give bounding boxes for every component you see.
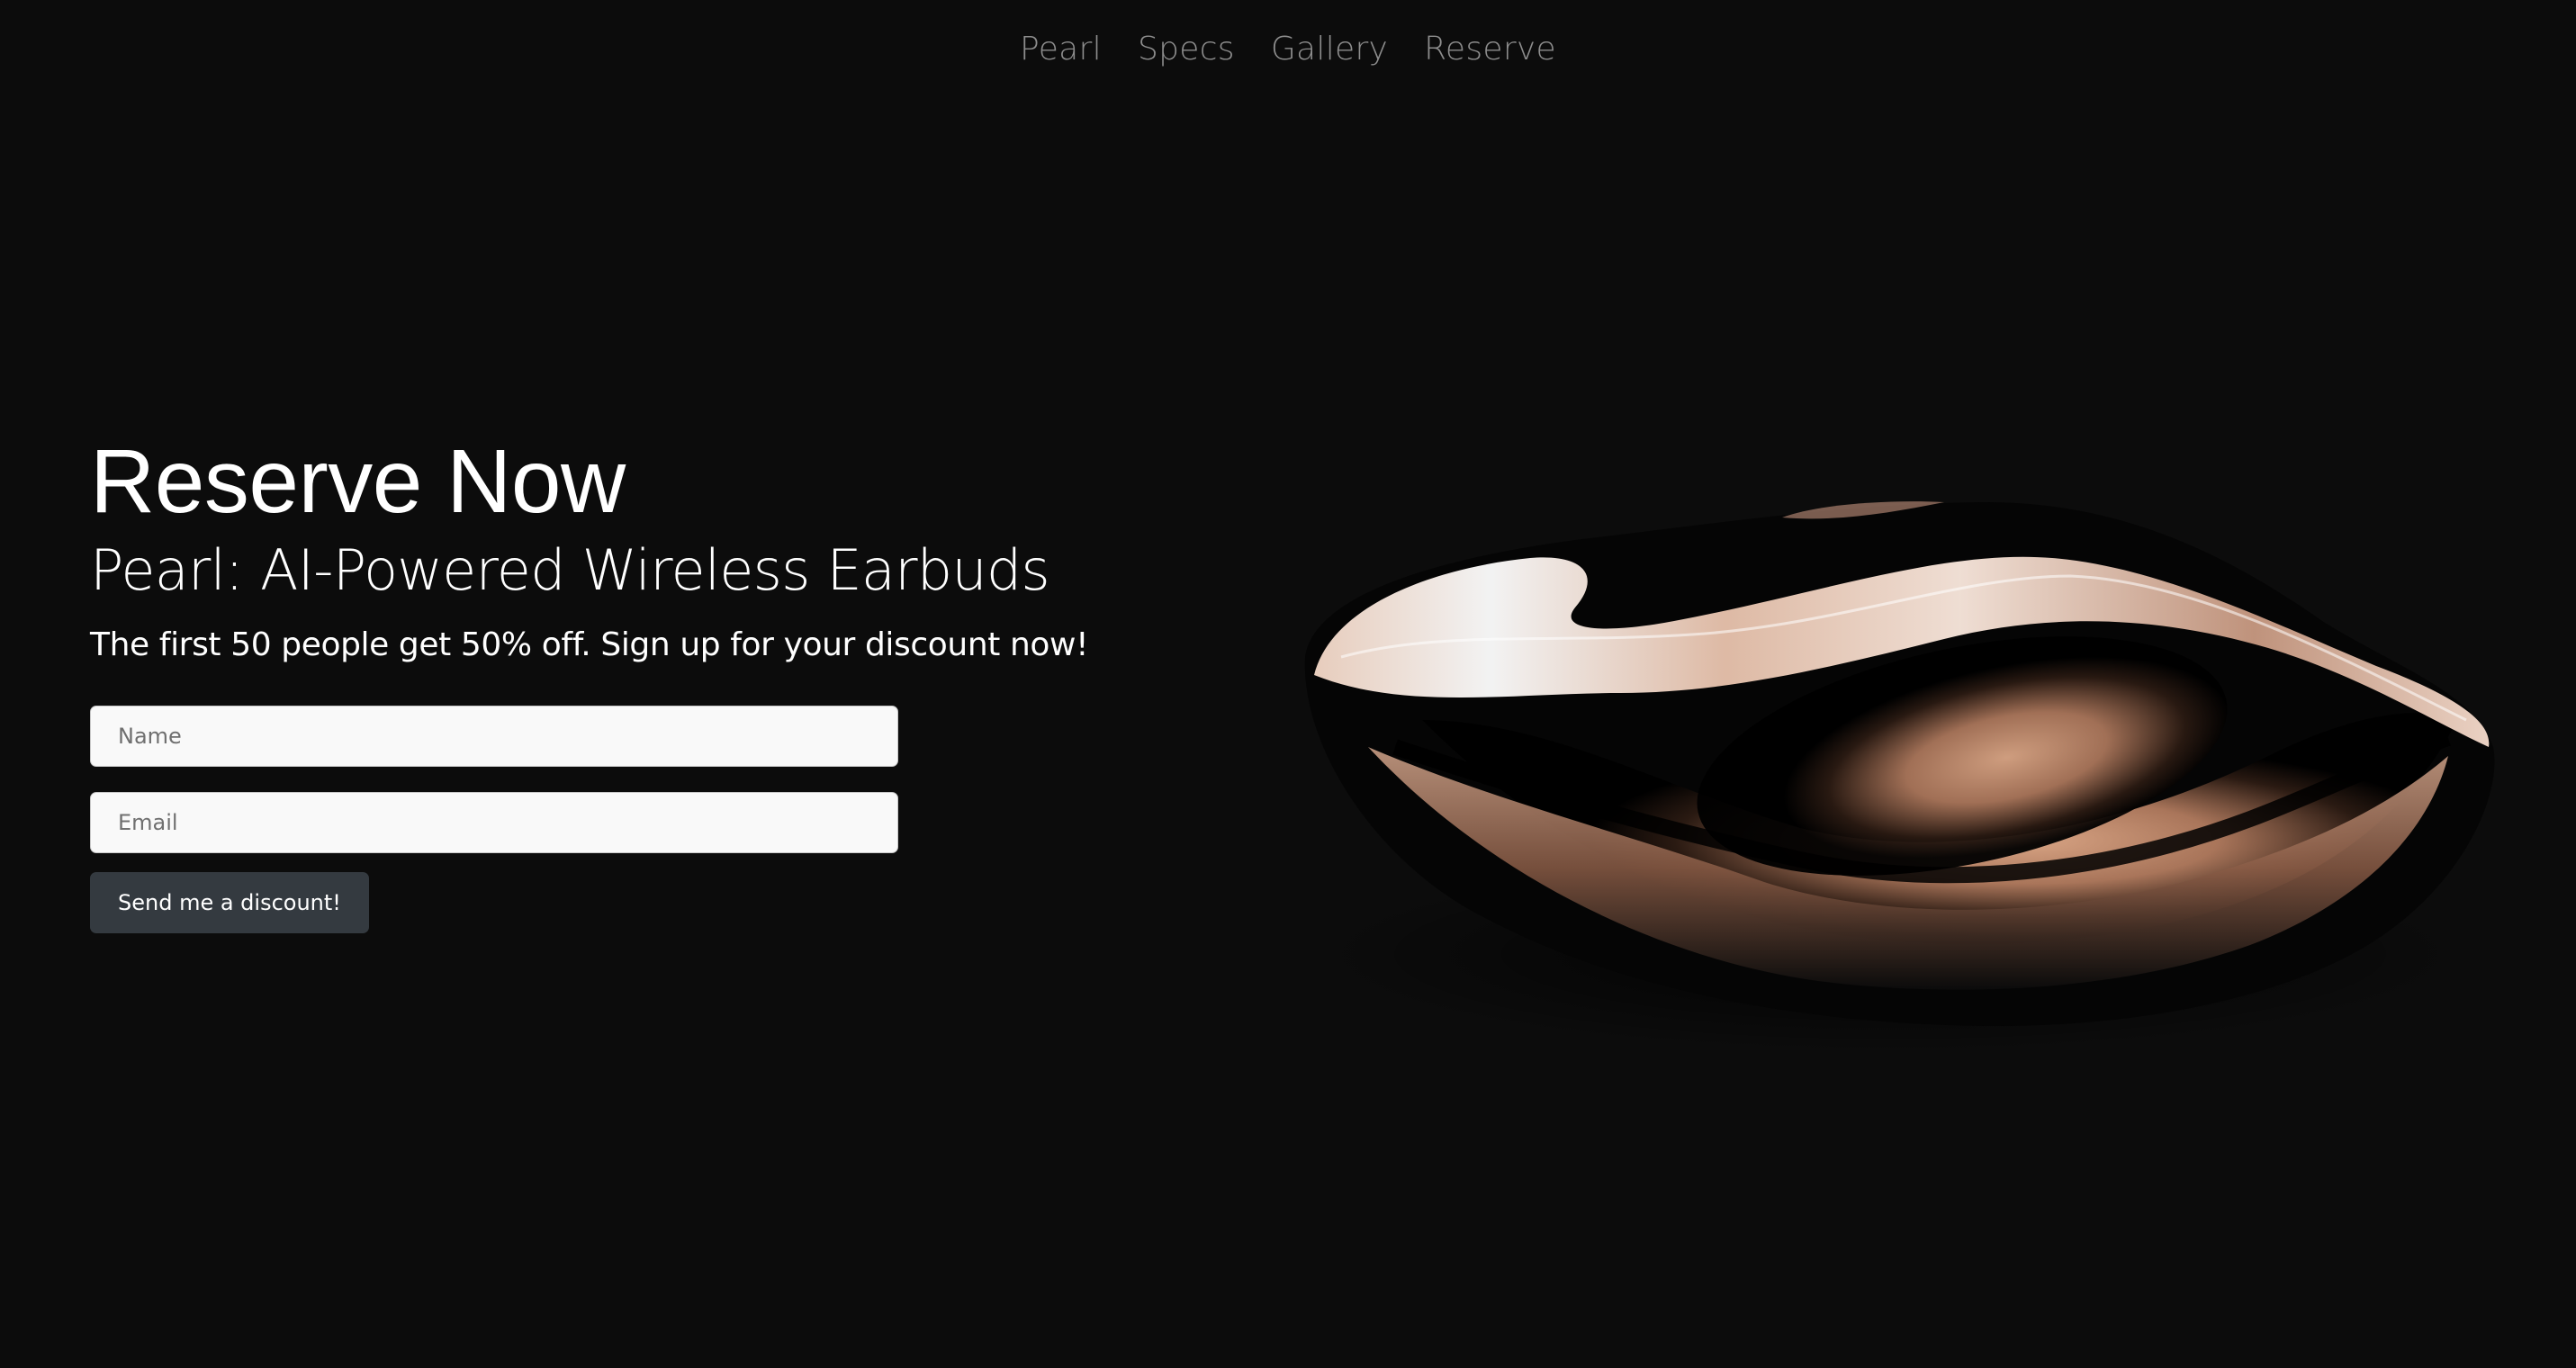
nav-link-reserve[interactable]: Reserve	[1424, 31, 1556, 68]
nav-link-pearl[interactable]: Pearl	[1020, 31, 1102, 68]
discount-copy: The first 50 people get 50% off. Sign up…	[90, 626, 1089, 663]
page-title: Reserve Now	[90, 431, 626, 532]
page: Pearl Specs Gallery Reserve Reserve Now …	[0, 0, 2576, 1368]
reserve-section: Reserve Now Pearl: AI-Powered Wireless E…	[90, 432, 1170, 933]
reserve-form: Send me a discount!	[90, 706, 898, 933]
name-input[interactable]	[90, 706, 898, 767]
email-input[interactable]	[90, 792, 898, 853]
top-nav: Pearl Specs Gallery Reserve	[0, 31, 2576, 68]
product-image	[1260, 450, 2520, 1098]
product-subtitle: Pearl: AI-Powered Wireless Earbuds	[90, 537, 1050, 603]
nav-link-specs[interactable]: Specs	[1138, 31, 1235, 68]
nav-link-gallery[interactable]: Gallery	[1271, 31, 1388, 68]
earbud-case-render	[1304, 501, 2495, 1053]
send-discount-button[interactable]: Send me a discount!	[90, 872, 369, 933]
